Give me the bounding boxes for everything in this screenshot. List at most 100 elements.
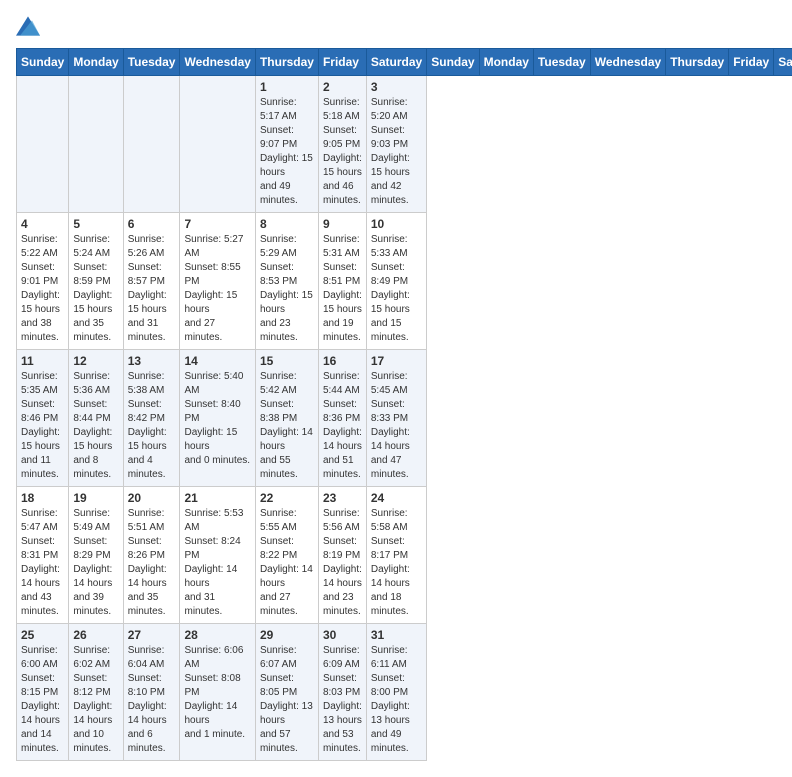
calendar-cell: 25 Sunrise: 6:00 AM Sunset: 8:15 PM Dayli… <box>17 624 69 761</box>
header-friday: Friday <box>729 49 774 76</box>
header-sunday: Sunday <box>427 49 479 76</box>
calendar-cell: 19Sunrise: 5:49 AM Sunset: 8:29 PM Dayli… <box>69 487 123 624</box>
day-number: 21 <box>184 491 250 505</box>
logo <box>16 16 44 36</box>
calendar-cell: 15 Sunrise: 5:42 AM Sunset: 8:38 PM Dayli… <box>255 350 318 487</box>
day-number: 10 <box>371 217 422 231</box>
day-info: Sunrise: 6:09 AM Sunset: 8:03 PM Dayligh… <box>323 644 362 756</box>
day-number: 9 <box>323 217 362 231</box>
day-info: Sunrise: 6:06 AM Sunset: 8:08 PM Dayligh… <box>184 644 250 742</box>
header-tuesday: Tuesday <box>123 49 180 76</box>
calendar-table: SundayMondayTuesdayWednesdayThursdayFrid… <box>16 48 792 761</box>
calendar-header-row: SundayMondayTuesdayWednesdayThursdayFrid… <box>17 49 792 76</box>
day-number: 26 <box>73 628 118 642</box>
day-info: Sunrise: 5:20 AM Sunset: 9:03 PM Dayligh… <box>371 96 422 208</box>
calendar-cell: 1 Sunrise: 5:17 AM Sunset: 9:07 PM Daylig… <box>255 76 318 213</box>
calendar-cell <box>69 76 123 213</box>
calendar-cell: 8 Sunrise: 5:29 AM Sunset: 8:53 PM Daylig… <box>255 213 318 350</box>
day-info: Sunrise: 5:44 AM Sunset: 8:36 PM Dayligh… <box>323 370 362 482</box>
day-info: Sunrise: 5:42 AM Sunset: 8:38 PM Dayligh… <box>260 370 314 482</box>
day-info: Sunrise: 5:36 AM Sunset: 8:44 PM Dayligh… <box>73 370 118 482</box>
day-number: 1 <box>260 80 314 94</box>
day-info: Sunrise: 5:27 AM Sunset: 8:55 PM Dayligh… <box>184 233 250 345</box>
day-number: 22 <box>260 491 314 505</box>
day-info: Sunrise: 5:58 AM Sunset: 8:17 PM Dayligh… <box>371 507 422 619</box>
day-info: Sunrise: 6:00 AM Sunset: 8:15 PM Dayligh… <box>21 644 64 756</box>
day-info: Sunrise: 5:55 AM Sunset: 8:22 PM Dayligh… <box>260 507 314 619</box>
day-number: 31 <box>371 628 422 642</box>
calendar-cell: 12 Sunrise: 5:36 AM Sunset: 8:44 PM Dayli… <box>69 350 123 487</box>
day-info: Sunrise: 6:04 AM Sunset: 8:10 PM Dayligh… <box>128 644 176 756</box>
day-number: 29 <box>260 628 314 642</box>
day-info: Sunrise: 5:35 AM Sunset: 8:46 PM Dayligh… <box>21 370 64 482</box>
calendar-cell: 28 Sunrise: 6:06 AM Sunset: 8:08 PM Dayli… <box>180 624 255 761</box>
day-number: 11 <box>21 354 64 368</box>
header-saturday: Saturday <box>366 49 426 76</box>
day-number: 3 <box>371 80 422 94</box>
day-info: Sunrise: 5:56 AM Sunset: 8:19 PM Dayligh… <box>323 507 362 619</box>
week-row-3: 11 Sunrise: 5:35 AM Sunset: 8:46 PM Dayli… <box>17 350 792 487</box>
header-thursday: Thursday <box>255 49 318 76</box>
day-number: 13 <box>128 354 176 368</box>
calendar-cell: 29 Sunrise: 6:07 AM Sunset: 8:05 PM Dayli… <box>255 624 318 761</box>
header-saturday: Saturday <box>774 49 792 76</box>
calendar-cell: 22 Sunrise: 5:55 AM Sunset: 8:22 PM Dayli… <box>255 487 318 624</box>
header-wednesday: Wednesday <box>180 49 255 76</box>
logo-icon <box>16 16 40 36</box>
day-number: 28 <box>184 628 250 642</box>
calendar-cell: 17 Sunrise: 5:45 AM Sunset: 8:33 PM Dayli… <box>366 350 426 487</box>
day-info: Sunrise: 5:18 AM Sunset: 9:05 PM Dayligh… <box>323 96 362 208</box>
calendar-cell: 23 Sunrise: 5:56 AM Sunset: 8:19 PM Dayli… <box>318 487 366 624</box>
day-info: Sunrise: 5:24 AM Sunset: 8:59 PM Dayligh… <box>73 233 118 345</box>
day-number: 14 <box>184 354 250 368</box>
calendar-cell: 27Sunrise: 6:04 AM Sunset: 8:10 PM Dayli… <box>123 624 180 761</box>
day-number: 19 <box>73 491 118 505</box>
calendar-cell: 21 Sunrise: 5:53 AM Sunset: 8:24 PM Dayli… <box>180 487 255 624</box>
calendar-cell: 7Sunrise: 5:27 AM Sunset: 8:55 PM Daylig… <box>180 213 255 350</box>
week-row-1: 1 Sunrise: 5:17 AM Sunset: 9:07 PM Daylig… <box>17 76 792 213</box>
day-number: 30 <box>323 628 362 642</box>
header-sunday: Sunday <box>17 49 69 76</box>
day-info: Sunrise: 5:22 AM Sunset: 9:01 PM Dayligh… <box>21 233 64 345</box>
calendar-cell: 2 Sunrise: 5:18 AM Sunset: 9:05 PM Daylig… <box>318 76 366 213</box>
day-number: 16 <box>323 354 362 368</box>
day-number: 12 <box>73 354 118 368</box>
day-info: Sunrise: 5:45 AM Sunset: 8:33 PM Dayligh… <box>371 370 422 482</box>
day-info: Sunrise: 5:33 AM Sunset: 8:49 PM Dayligh… <box>371 233 422 345</box>
day-number: 17 <box>371 354 422 368</box>
header-monday: Monday <box>69 49 123 76</box>
calendar-cell: 13 Sunrise: 5:38 AM Sunset: 8:42 PM Dayli… <box>123 350 180 487</box>
day-number: 2 <box>323 80 362 94</box>
header <box>16 16 776 36</box>
calendar-cell: 4Sunrise: 5:22 AM Sunset: 9:01 PM Daylig… <box>17 213 69 350</box>
day-info: Sunrise: 5:29 AM Sunset: 8:53 PM Dayligh… <box>260 233 314 345</box>
day-number: 20 <box>128 491 176 505</box>
day-info: Sunrise: 5:17 AM Sunset: 9:07 PM Dayligh… <box>260 96 314 208</box>
day-info: Sunrise: 5:53 AM Sunset: 8:24 PM Dayligh… <box>184 507 250 619</box>
calendar-cell: 26Sunrise: 6:02 AM Sunset: 8:12 PM Dayli… <box>69 624 123 761</box>
day-info: Sunrise: 6:07 AM Sunset: 8:05 PM Dayligh… <box>260 644 314 756</box>
day-info: Sunrise: 5:38 AM Sunset: 8:42 PM Dayligh… <box>128 370 176 482</box>
header-thursday: Thursday <box>666 49 729 76</box>
calendar-cell: 30 Sunrise: 6:09 AM Sunset: 8:03 PM Dayli… <box>318 624 366 761</box>
header-wednesday: Wednesday <box>590 49 665 76</box>
day-number: 15 <box>260 354 314 368</box>
day-number: 8 <box>260 217 314 231</box>
calendar-cell <box>180 76 255 213</box>
day-number: 5 <box>73 217 118 231</box>
calendar-cell: 9 Sunrise: 5:31 AM Sunset: 8:51 PM Daylig… <box>318 213 366 350</box>
day-info: Sunrise: 5:40 AM Sunset: 8:40 PM Dayligh… <box>184 370 250 468</box>
header-tuesday: Tuesday <box>533 49 590 76</box>
calendar-cell: 10 Sunrise: 5:33 AM Sunset: 8:49 PM Dayli… <box>366 213 426 350</box>
day-number: 23 <box>323 491 362 505</box>
day-info: Sunrise: 5:26 AM Sunset: 8:57 PM Dayligh… <box>128 233 176 345</box>
calendar-cell: 20 Sunrise: 5:51 AM Sunset: 8:26 PM Dayli… <box>123 487 180 624</box>
week-row-2: 4Sunrise: 5:22 AM Sunset: 9:01 PM Daylig… <box>17 213 792 350</box>
day-number: 25 <box>21 628 64 642</box>
week-row-5: 25 Sunrise: 6:00 AM Sunset: 8:15 PM Dayli… <box>17 624 792 761</box>
calendar-cell: 16 Sunrise: 5:44 AM Sunset: 8:36 PM Dayli… <box>318 350 366 487</box>
day-info: Sunrise: 6:11 AM Sunset: 8:00 PM Dayligh… <box>371 644 422 756</box>
day-info: Sunrise: 5:51 AM Sunset: 8:26 PM Dayligh… <box>128 507 176 619</box>
day-info: Sunrise: 5:31 AM Sunset: 8:51 PM Dayligh… <box>323 233 362 345</box>
header-friday: Friday <box>318 49 366 76</box>
